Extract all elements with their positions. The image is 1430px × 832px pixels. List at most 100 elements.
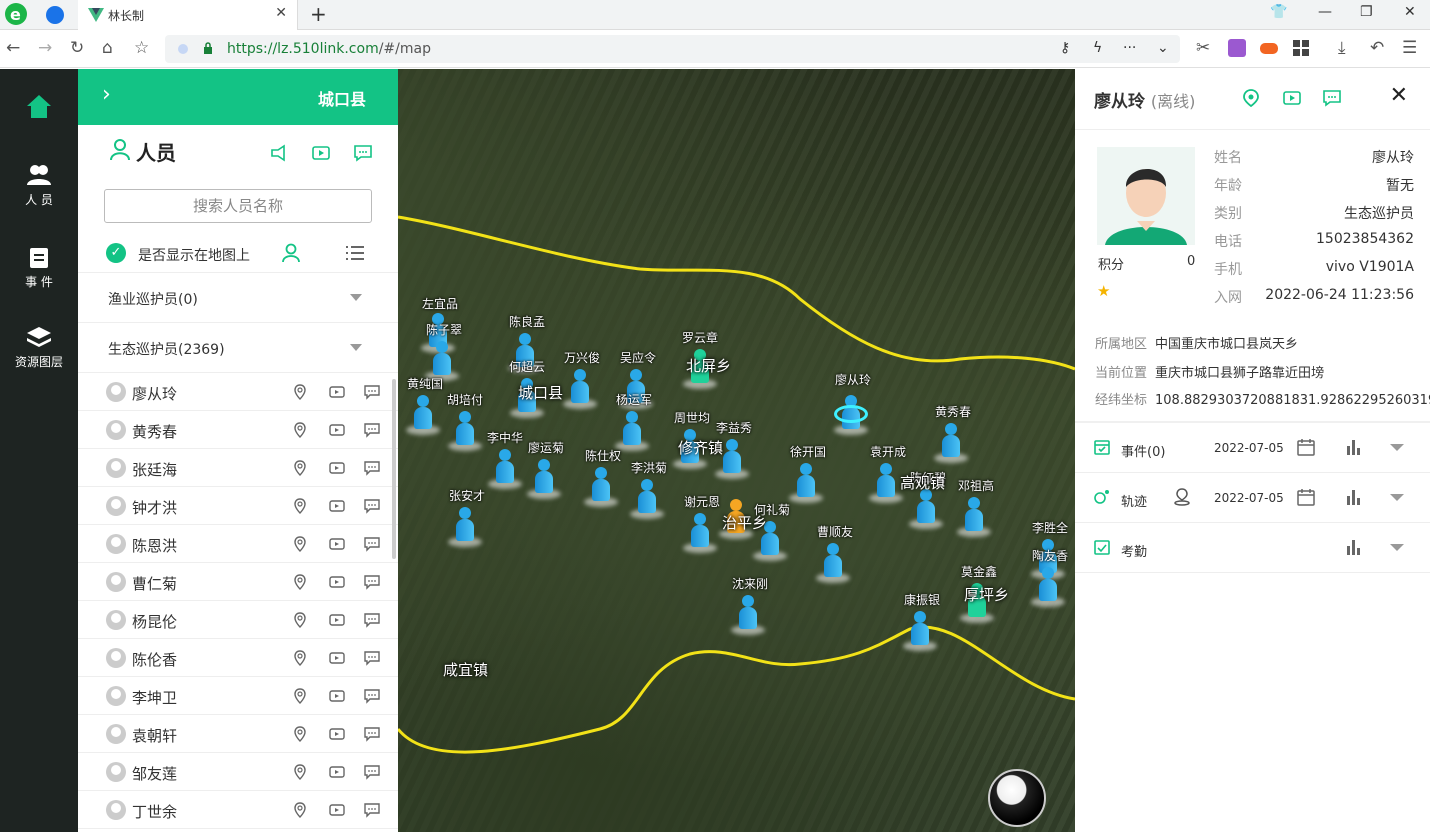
person-marker[interactable] xyxy=(584,467,618,507)
person-marker[interactable] xyxy=(563,369,597,409)
chevron-down-icon[interactable]: ⌄ xyxy=(1157,40,1169,56)
video-icon[interactable] xyxy=(329,422,345,438)
location-pin-icon[interactable] xyxy=(292,536,308,552)
location-pin-icon[interactable] xyxy=(292,460,308,476)
person-marker[interactable] xyxy=(816,543,850,583)
site-info-icon[interactable] xyxy=(177,43,189,55)
person-marker[interactable] xyxy=(683,513,717,553)
location-marker-icon[interactable] xyxy=(1173,488,1191,506)
list-item[interactable]: 李坤卫 xyxy=(78,677,398,715)
key-icon[interactable]: ⚷ xyxy=(1060,40,1070,56)
message-icon[interactable] xyxy=(364,650,380,666)
list-item[interactable]: 钟才洪 xyxy=(78,487,398,525)
message-icon[interactable] xyxy=(364,422,380,438)
undo-icon[interactable]: ↶ xyxy=(1370,38,1384,58)
chevron-down-icon[interactable] xyxy=(1390,444,1404,451)
message-icon[interactable] xyxy=(364,726,380,742)
video-icon[interactable] xyxy=(329,802,345,818)
list-item[interactable]: 黄秀春 xyxy=(78,411,398,449)
scissors-icon[interactable]: ✂ xyxy=(1196,38,1210,58)
list-item[interactable]: 廖从玲 xyxy=(78,373,398,411)
video-icon[interactable] xyxy=(312,144,330,162)
message-icon[interactable] xyxy=(364,802,380,818)
video-icon[interactable] xyxy=(329,384,345,400)
message-icon[interactable] xyxy=(364,536,380,552)
minimize-button[interactable]: — xyxy=(1318,4,1332,20)
video-icon[interactable] xyxy=(1283,89,1301,107)
location-pin-icon[interactable] xyxy=(292,612,308,628)
search-input[interactable]: 搜索人员名称 xyxy=(104,189,372,223)
skin-icon[interactable]: 👕 xyxy=(1270,4,1287,20)
lightning-icon[interactable]: ϟ xyxy=(1093,40,1102,56)
location-pin-icon[interactable] xyxy=(292,802,308,818)
reload-button[interactable]: ↻ xyxy=(70,38,84,58)
person-marker[interactable] xyxy=(731,595,765,635)
back-button[interactable]: ← xyxy=(6,38,20,58)
more-icon[interactable]: ··· xyxy=(1123,40,1136,56)
close-detail-icon[interactable]: ✕ xyxy=(1390,83,1408,108)
nav-people[interactable]: 人 员 xyxy=(0,163,78,208)
chevron-down-icon[interactable] xyxy=(1390,544,1404,551)
message-icon[interactable] xyxy=(364,612,380,628)
bar-chart-icon[interactable] xyxy=(1345,438,1363,456)
nav-home[interactable] xyxy=(0,93,78,123)
calendar-icon[interactable] xyxy=(1297,488,1315,506)
message-icon[interactable] xyxy=(364,384,380,400)
video-icon[interactable] xyxy=(329,574,345,590)
person-marker[interactable] xyxy=(488,449,522,489)
person-marker[interactable] xyxy=(406,395,440,435)
location-pin-icon[interactable] xyxy=(292,384,308,400)
tab-close-icon[interactable]: ✕ xyxy=(275,5,287,21)
list-item[interactable]: 丁世余 xyxy=(78,791,398,829)
list-item[interactable]: 邹友莲 xyxy=(78,753,398,791)
group-fishery[interactable]: 渔业巡护员(0) xyxy=(78,272,398,322)
apps-icon[interactable] xyxy=(1292,39,1310,57)
group-eco[interactable]: 生态巡护员(2369) xyxy=(78,322,398,372)
show-on-map-toggle[interactable]: ✓ 是否显示在地图上 xyxy=(106,243,376,264)
location-pin-icon[interactable] xyxy=(292,764,308,780)
video-icon[interactable] xyxy=(329,536,345,552)
section-attendance[interactable]: 考勤 xyxy=(1075,523,1430,573)
video-icon[interactable] xyxy=(329,764,345,780)
location-pin-icon[interactable] xyxy=(292,574,308,590)
download-icon[interactable]: ⤓ xyxy=(1338,38,1346,58)
person-marker[interactable] xyxy=(934,423,968,463)
chevron-down-icon[interactable] xyxy=(1390,494,1404,501)
globe-icon[interactable] xyxy=(988,769,1046,827)
video-icon[interactable] xyxy=(329,688,345,704)
message-icon[interactable] xyxy=(364,688,380,704)
location-pin-icon[interactable] xyxy=(292,688,308,704)
game-icon[interactable] xyxy=(1260,39,1278,57)
menu-icon[interactable]: ☰ xyxy=(1402,38,1417,58)
message-icon[interactable] xyxy=(364,764,380,780)
list-item[interactable]: 陈恩洪 xyxy=(78,525,398,563)
list-item[interactable]: 曹仁菊 xyxy=(78,563,398,601)
bar-chart-icon[interactable] xyxy=(1345,488,1363,506)
broadcast-icon[interactable] xyxy=(270,144,288,162)
video-icon[interactable] xyxy=(329,460,345,476)
location-pin-icon[interactable] xyxy=(1242,89,1260,107)
location-pin-icon[interactable] xyxy=(292,650,308,666)
person-marker[interactable] xyxy=(448,507,482,547)
person-marker[interactable] xyxy=(630,479,664,519)
browser-logo-icon[interactable]: e xyxy=(4,2,28,26)
forward-button[interactable]: → xyxy=(38,38,52,58)
location-pin-icon[interactable] xyxy=(292,422,308,438)
person-marker[interactable] xyxy=(789,463,823,503)
collapse-chevron-icon[interactable]: › xyxy=(102,82,111,107)
calendar-icon[interactable] xyxy=(1297,438,1315,456)
maximize-button[interactable]: ❐ xyxy=(1360,4,1373,20)
message-icon[interactable] xyxy=(364,574,380,590)
new-tab-button[interactable]: + xyxy=(310,2,327,26)
nav-layers[interactable]: 资源图层 xyxy=(0,325,78,370)
list-item[interactable]: 杨昆伦 xyxy=(78,601,398,639)
message-icon[interactable] xyxy=(364,498,380,514)
section-date[interactable]: 2022-07-05 xyxy=(1214,491,1284,505)
person-marker[interactable] xyxy=(715,439,749,479)
people-list-scrollbar[interactable] xyxy=(392,379,396,559)
bar-chart-icon[interactable] xyxy=(1345,538,1363,556)
section-events[interactable]: 事件(0) 2022-07-05 xyxy=(1075,423,1430,473)
message-icon[interactable] xyxy=(354,144,372,162)
list-item[interactable]: 陈伦香 xyxy=(78,639,398,677)
person-filter-icon[interactable] xyxy=(282,243,300,263)
